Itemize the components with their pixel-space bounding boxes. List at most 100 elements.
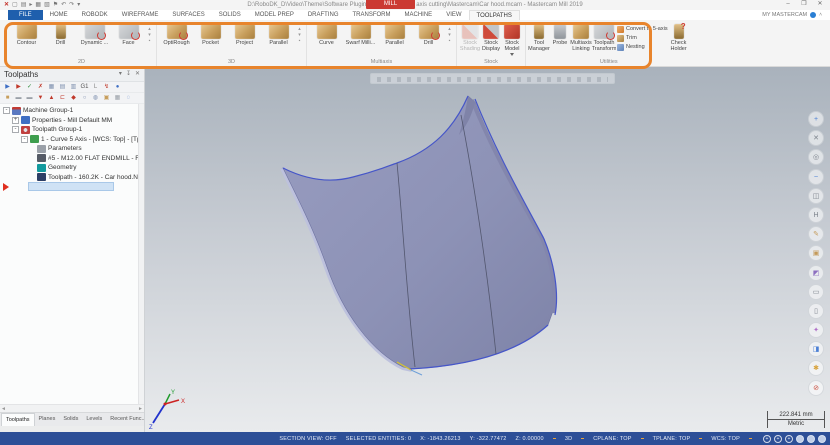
save-icon[interactable]: ▤	[21, 2, 27, 9]
tab-surfaces[interactable]: SURFACES	[165, 10, 211, 20]
tab-levels[interactable]: Levels	[82, 413, 106, 426]
zoom-all-icon[interactable]: ◍	[91, 94, 100, 103]
multiaxis-linking-button[interactable]: Multiaxis Linking	[570, 23, 592, 52]
convert-to-5axis-button[interactable]: Convert to 5-axis	[617, 25, 668, 33]
tree-item-machine-group[interactable]: - Machine Group-1	[0, 106, 144, 116]
parallel-3d-button[interactable]: Parallel	[262, 23, 295, 46]
tags-icon[interactable]: ⚑	[53, 2, 58, 9]
nesting-button[interactable]: Nesting	[617, 43, 668, 51]
maximize-button[interactable]: ❐	[796, 0, 812, 9]
outline-toggle-icon[interactable]	[818, 434, 826, 443]
shading-toggle-icon[interactable]	[807, 434, 815, 443]
viewport-tool-settings-icon[interactable]: ✱	[808, 360, 824, 377]
insert-arrow-icon[interactable]	[3, 182, 9, 191]
gallery-scroll-2d[interactable]: ▴ ▾ ▪	[146, 23, 153, 44]
tree-item-curve-5axis[interactable]: - 1 - Curve 5 Axis - [WCS: Top] - [Tplan…	[0, 135, 144, 145]
tree-item-geometry[interactable]: Geometry	[0, 163, 144, 173]
my-mastercam[interactable]: MY MASTERCAM ˄	[762, 10, 830, 20]
gview-iso-icon[interactable]	[796, 434, 804, 443]
viewport-tool-solid-icon[interactable]: ▣	[808, 245, 824, 262]
pocket-button[interactable]: Pocket	[194, 23, 227, 46]
simulate-icon[interactable]: ▥	[69, 83, 78, 92]
trim-button[interactable]: Trim	[617, 34, 668, 42]
print-preview-icon[interactable]: ▧	[44, 2, 50, 9]
qat-customize-icon[interactable]: ▾	[77, 2, 80, 9]
viewport-tool-sketch-icon[interactable]: ✎	[808, 226, 824, 243]
tree-vertical-scrollbar[interactable]	[138, 104, 144, 404]
redo-icon[interactable]: ↷	[69, 2, 74, 9]
viewport-tool-disable-icon[interactable]: ⊘	[808, 379, 824, 396]
collapse-icon[interactable]: -	[3, 107, 10, 115]
open-folder-icon[interactable]: ▣	[102, 94, 111, 103]
graphics-viewport[interactable]: Y X Z + ✕ ◎ ~ ◫ Η ✎ ▣ ◩ ▭ ▯ ✦ ◨ ✱ ⊘ 222.…	[145, 67, 830, 432]
curve-button[interactable]: Curve	[310, 23, 343, 46]
scroll-left-icon[interactable]: ◄	[1, 406, 6, 412]
drill-button[interactable]: Drill	[44, 23, 77, 46]
regen-selected-icon[interactable]: ✓	[25, 83, 34, 92]
post-g1-icon[interactable]: G1	[80, 83, 89, 92]
viewport-tool-section-icon[interactable]: ◨	[808, 341, 824, 358]
tab-home[interactable]: HOME	[43, 10, 75, 20]
viewport-tool-fit-icon[interactable]: Η	[808, 206, 824, 223]
collapse-icon[interactable]: -	[21, 135, 28, 143]
viewport-tool-window-icon[interactable]: ▯	[808, 302, 824, 319]
help-info-icon[interactable]: ●	[113, 83, 122, 92]
tab-file[interactable]: FILE	[8, 10, 43, 20]
collapse-ribbon-icon[interactable]: ˄	[819, 12, 822, 18]
tplane-selector[interactable]: TPLANE: TOP	[653, 436, 691, 442]
toggle-post-icon[interactable]: ▬	[25, 94, 34, 103]
close-button[interactable]: ✕	[812, 0, 828, 9]
search-ops-icon[interactable]: ◌	[124, 94, 133, 103]
panel-pin-icon[interactable]: ↧	[126, 70, 131, 78]
cplane-selector[interactable]: CPLANE: TOP	[593, 436, 631, 442]
tree-horizontal-scrollbar[interactable]: ◄ ►	[0, 404, 144, 412]
hood-surface[interactable]	[282, 95, 555, 370]
viewport-tool-plane-icon[interactable]: ▭	[808, 283, 824, 300]
edit-common-icon[interactable]: L	[91, 83, 100, 92]
regen-dirty-icon[interactable]: ✗	[36, 83, 45, 92]
select-none-icon[interactable]: ▶	[14, 83, 23, 92]
tab-toolpaths-manager[interactable]: Toolpaths	[1, 413, 35, 426]
panel-menu-chevron-icon[interactable]: ▾	[119, 70, 122, 78]
tab-solids-manager[interactable]: Solids	[59, 413, 82, 426]
open-icon[interactable]: ▸	[29, 2, 32, 9]
viewport-tool-surface-icon[interactable]: ◩	[808, 264, 824, 281]
tab-drafting[interactable]: DRAFTING	[301, 10, 346, 20]
gview-right-icon[interactable]: +	[785, 434, 793, 443]
expand-icon[interactable]: +	[12, 116, 19, 124]
tree-item-toolpath-group[interactable]: - Toolpath Group-1	[0, 125, 144, 135]
move-up-icon[interactable]: ▲	[47, 94, 56, 103]
move-down-icon[interactable]: ▼	[36, 94, 45, 103]
project-button[interactable]: Project	[228, 23, 261, 46]
tool-manager-button[interactable]: Tool Manager	[528, 23, 550, 52]
tree-item-toolpath-file[interactable]: Toolpath - 160.2K - Car hood.NC - Prog	[0, 173, 144, 183]
backplot-icon[interactable]: ▦	[47, 83, 56, 92]
optirough-button[interactable]: OptiRough	[160, 23, 193, 46]
face-button[interactable]: Face	[112, 23, 145, 46]
toolpath-transform-button[interactable]: Toolpath Transform	[592, 23, 616, 52]
tree-item-tool[interactable]: #5 - M12.00 FLAT ENDMILL - FLAT END	[0, 154, 144, 164]
tree-item-parameters[interactable]: Parameters	[0, 144, 144, 154]
minimize-button[interactable]: –	[780, 0, 796, 9]
parallel-multiaxis-button[interactable]: Parallel	[378, 23, 411, 46]
contour-button[interactable]: Contour	[10, 23, 43, 46]
insert-arrow-up-icon[interactable]: ⊏	[58, 94, 67, 103]
viewport-tool-cube-icon[interactable]: ◫	[808, 187, 824, 204]
tab-view[interactable]: VIEW	[439, 10, 468, 20]
print-icon[interactable]: ▦	[35, 2, 41, 9]
lock-icon[interactable]: ■	[3, 94, 12, 103]
dynamic-mill-button[interactable]: Dynamic ...	[78, 23, 111, 46]
verify-icon[interactable]: ▤	[58, 83, 67, 92]
gview-front-icon[interactable]: +	[774, 434, 782, 443]
check-holder-button[interactable]: Check Holder	[669, 22, 689, 52]
tab-wireframe[interactable]: WIREFRAME	[115, 10, 166, 20]
probe-button[interactable]: Probe	[550, 23, 570, 46]
tab-model-prep[interactable]: MODEL PREP	[248, 10, 301, 20]
toggle-display-icon[interactable]: ▬	[14, 94, 23, 103]
stock-model-button[interactable]: Stock Model	[502, 23, 522, 57]
viewport-tool-close-icon[interactable]: ✕	[808, 130, 824, 147]
tab-robodk[interactable]: ROBODK	[75, 10, 115, 20]
new-file-icon[interactable]: ▢	[12, 2, 18, 9]
viewport-tool-spline-icon[interactable]: ~	[808, 168, 824, 185]
gallery-scroll-3d[interactable]: ▴ ▾ ▪	[296, 23, 303, 44]
